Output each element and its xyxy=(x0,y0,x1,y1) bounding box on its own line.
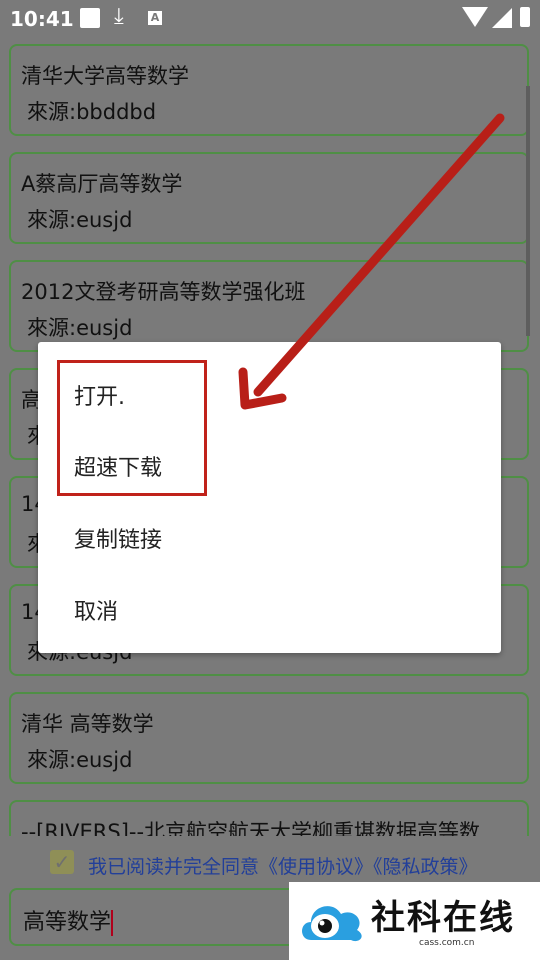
annotation-arrow-icon xyxy=(238,113,505,410)
